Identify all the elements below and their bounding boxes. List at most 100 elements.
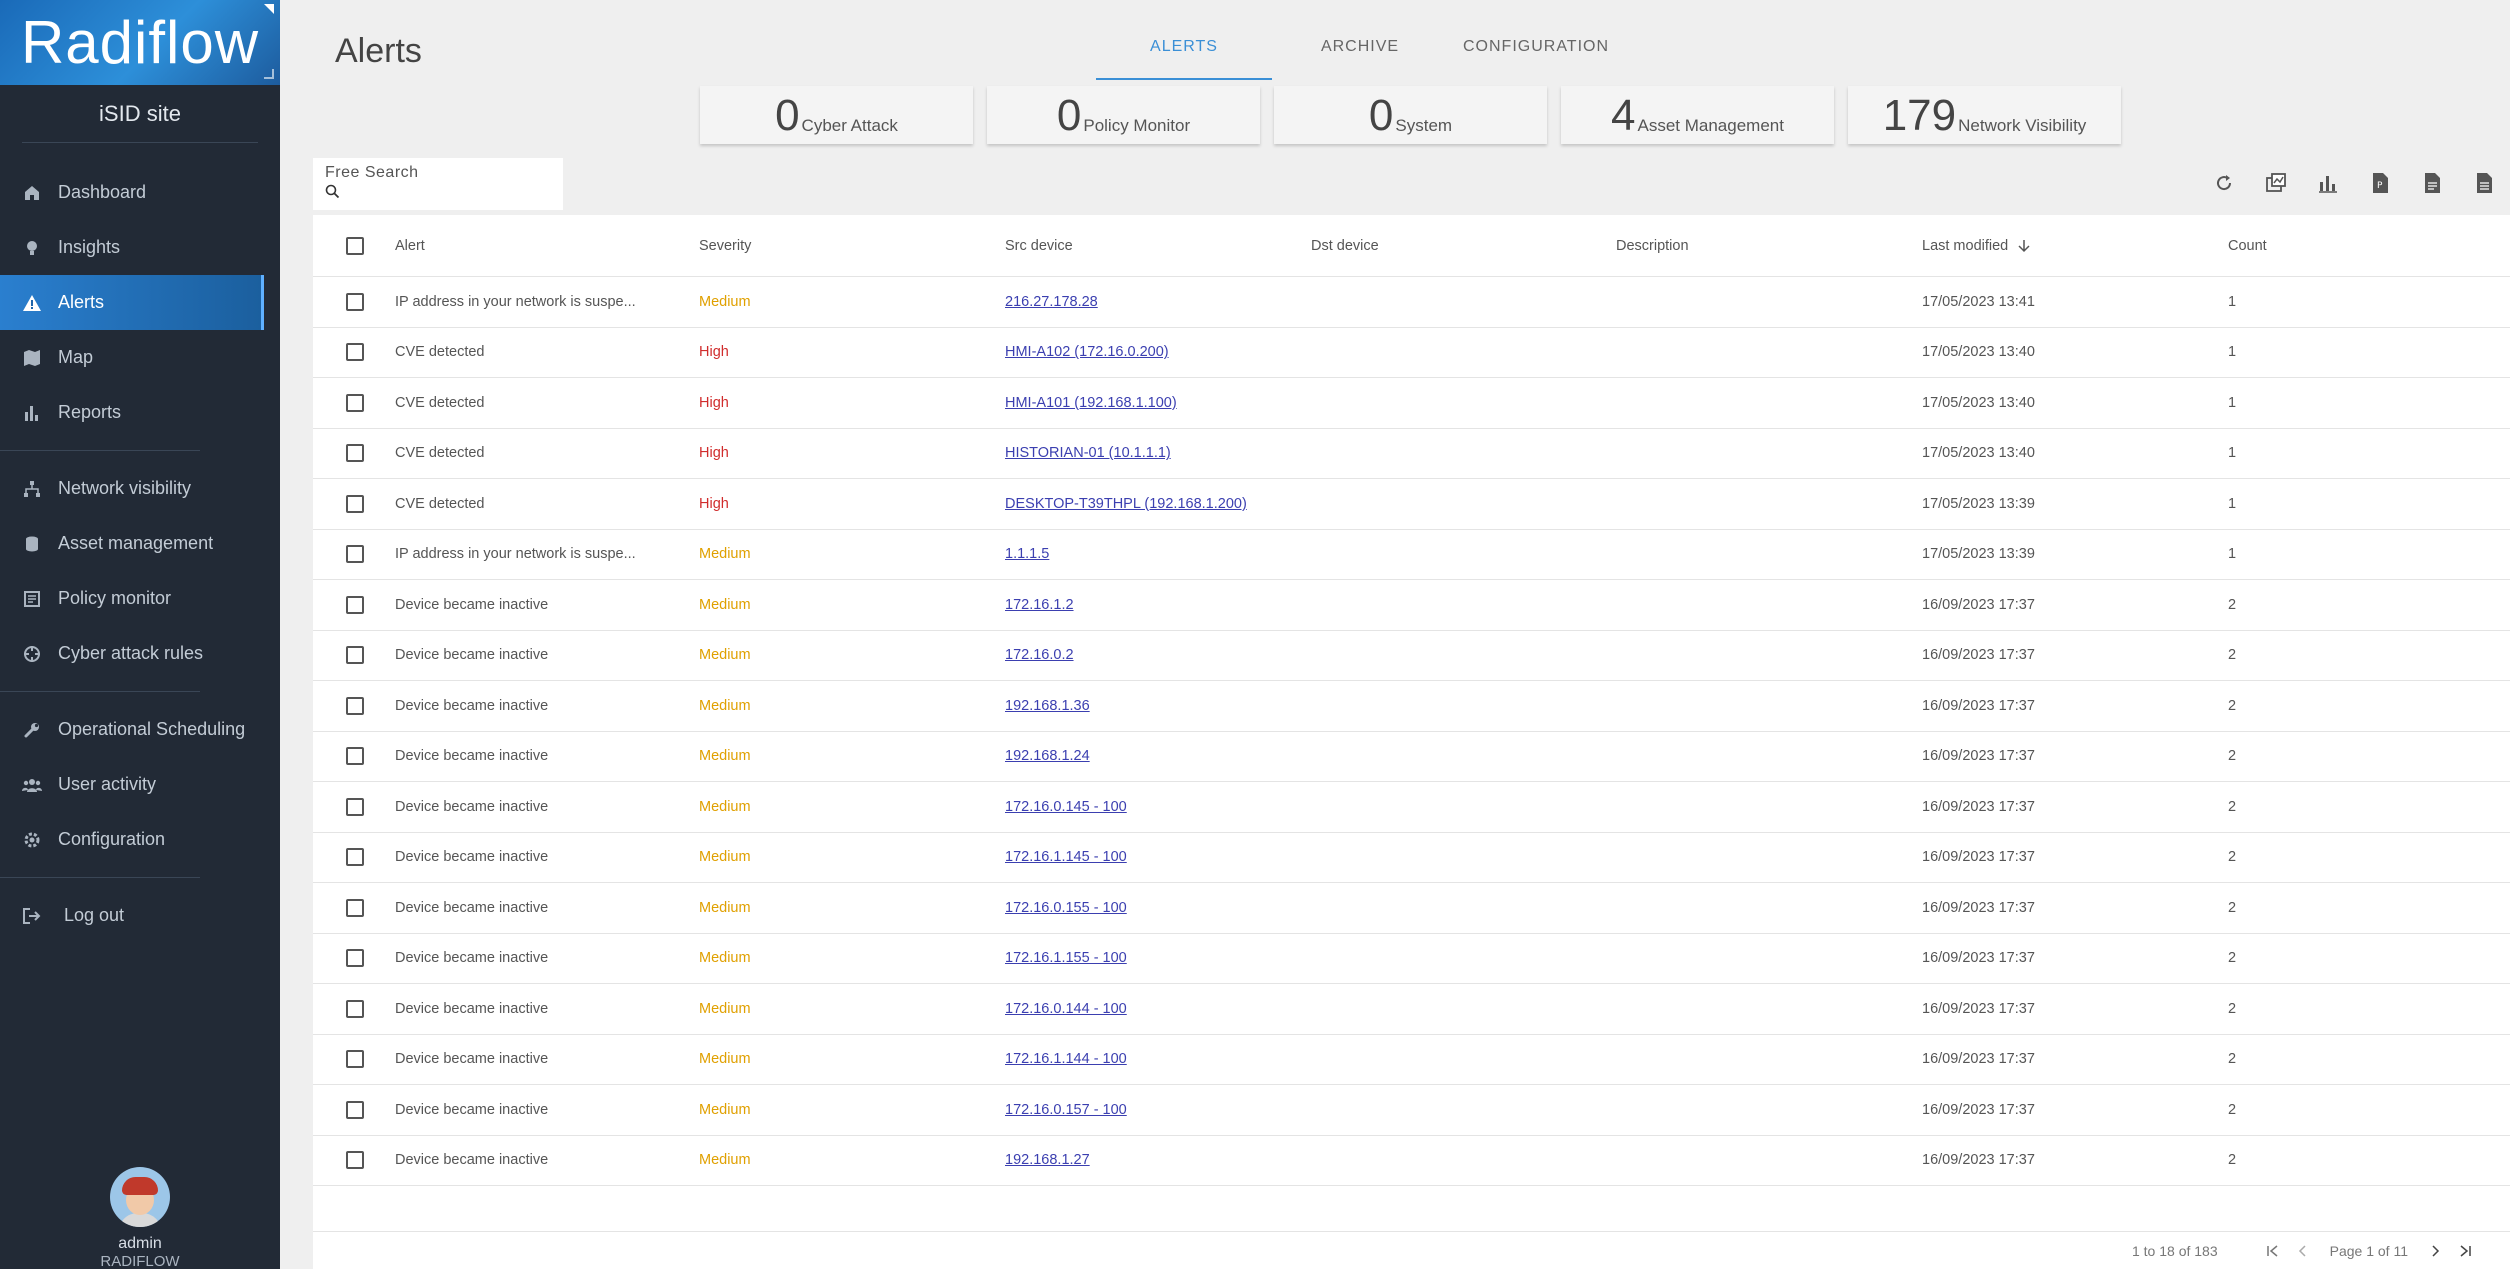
src-device-link[interactable]: 192.168.1.36 [1005, 698, 1090, 714]
csv-icon[interactable] [2406, 166, 2458, 200]
col-header-last-modified[interactable]: Last modified [1922, 238, 2228, 254]
row-checkbox[interactable] [346, 494, 364, 513]
file-icon[interactable] [2458, 166, 2510, 200]
src-device-link[interactable]: 172.16.1.144 - 100 [1005, 1051, 1127, 1067]
src-device-link[interactable]: 172.16.0.145 - 100 [1005, 799, 1127, 815]
table-row[interactable]: Device became inactive Medium 172.16.0.144… [313, 984, 2510, 1035]
src-device-link[interactable]: 172.16.0.157 - 100 [1005, 1102, 1127, 1118]
sidebar-item-logout[interactable]: Log out [0, 888, 280, 943]
sidebar-item-map[interactable]: Map [0, 330, 280, 385]
row-checkbox[interactable] [346, 646, 364, 665]
select-all-checkbox[interactable] [346, 236, 364, 255]
src-device-link[interactable]: 192.168.1.24 [1005, 748, 1090, 764]
sidebar-item-user-activity[interactable]: User activity [0, 757, 280, 812]
row-checkbox[interactable] [346, 949, 364, 968]
src-device-link[interactable]: 172.16.0.155 - 100 [1005, 900, 1127, 916]
sidebar-item-configuration[interactable]: Configuration [0, 812, 280, 867]
sidebar-item-alerts[interactable]: Alerts [0, 275, 264, 330]
col-header-dst-device[interactable]: Dst device [1311, 238, 1616, 254]
row-checkbox[interactable] [346, 343, 364, 362]
sidebar-item-cyber-attack-rules[interactable]: Cyber attack rules [0, 626, 280, 681]
sidebar-item-dashboard[interactable]: Dashboard [0, 165, 280, 220]
row-checkbox[interactable] [346, 999, 364, 1018]
table-row[interactable]: Device became inactive Medium 172.16.1.145… [313, 833, 2510, 883]
sidebar-item-reports[interactable]: Reports [0, 385, 280, 440]
row-checkbox[interactable] [346, 898, 364, 917]
stat-network-visibility[interactable]: 179 Network Visibility [1848, 86, 2121, 144]
stat-cyber-attack[interactable]: 0 Cyber Attack [700, 86, 973, 144]
row-checkbox[interactable] [346, 595, 364, 614]
sidebar-item-operational-scheduling[interactable]: Operational Scheduling [0, 702, 280, 757]
row-checkbox[interactable] [346, 1151, 364, 1170]
src-device-link[interactable]: HISTORIAN-01 (10.1.1.1) [1005, 445, 1171, 461]
src-device-link[interactable]: HMI-A102 (172.16.0.200) [1005, 344, 1169, 360]
refresh-icon[interactable] [2198, 166, 2250, 200]
sidebar-item-network-visibility[interactable]: Network visibility [0, 461, 280, 516]
row-checkbox[interactable] [346, 1100, 364, 1119]
src-device-link[interactable]: 172.16.1.145 - 100 [1005, 849, 1127, 865]
row-checkbox[interactable] [346, 545, 364, 564]
collapse-corner-icon[interactable] [264, 4, 274, 14]
sidebar-item-policy-monitor[interactable]: Policy monitor [0, 571, 280, 626]
table-row[interactable]: Device became inactive Medium 172.16.0.157… [313, 1085, 2510, 1136]
bar-chart-icon[interactable] [2302, 166, 2354, 200]
table-row[interactable]: Device became inactive Medium 172.16.1.144… [313, 1035, 2510, 1085]
table-row[interactable]: IP address in your network is suspe... Me… [313, 530, 2510, 580]
tab-archive[interactable]: ARCHIVE [1272, 38, 1448, 80]
sidebar-item-insights[interactable]: Insights [0, 220, 280, 275]
stat-system[interactable]: 0 System [1274, 86, 1547, 144]
src-device-link[interactable]: DESKTOP-T39THPL (192.168.1.200) [1005, 496, 1247, 512]
table-row[interactable]: Device became inactive Medium 172.16.0.2 16… [313, 631, 2510, 681]
table-row[interactable]: Device became inactive Medium 192.168.1.27… [313, 1136, 2510, 1186]
table-row[interactable]: Device became inactive Medium 172.16.0.155… [313, 883, 2510, 934]
user-block[interactable]: admin RADIFLOW [0, 1167, 280, 1269]
src-device-link[interactable]: HMI-A101 (192.168.1.100) [1005, 395, 1177, 411]
table-row[interactable]: Device became inactive Medium 172.16.1.155… [313, 934, 2510, 984]
src-device-link[interactable]: 192.168.1.27 [1005, 1152, 1090, 1168]
last-page-icon[interactable] [2450, 1244, 2480, 1257]
avatar[interactable] [110, 1167, 170, 1227]
sidebar-item-asset-management[interactable]: Asset management [0, 516, 280, 571]
table-row[interactable]: CVE detected High HMI-A101 (192.168.1.100)… [313, 378, 2510, 429]
export-map-icon[interactable] [2250, 166, 2302, 200]
tab-configuration[interactable]: CONFIGURATION [1448, 38, 1624, 80]
prev-page-icon[interactable] [2288, 1244, 2318, 1257]
col-header-severity[interactable]: Severity [699, 238, 1005, 254]
table-row[interactable]: CVE detected High HISTORIAN-01 (10.1.1.1) 1… [313, 429, 2510, 479]
table-row[interactable]: Device became inactive Medium 192.168.1.24… [313, 732, 2510, 782]
stat-policy-monitor[interactable]: 0 Policy Monitor [987, 86, 1260, 144]
row-checkbox[interactable] [346, 848, 364, 867]
col-header-count[interactable]: Count [2228, 238, 2428, 254]
row-checkbox[interactable] [346, 1050, 364, 1069]
row-checkbox[interactable] [346, 797, 364, 816]
table-row[interactable]: Device became inactive Medium 172.16.0.145… [313, 782, 2510, 833]
table-row[interactable]: Device became inactive Medium 172.16.1.2 16… [313, 580, 2510, 631]
table-row[interactable]: IP address in your network is suspe... Me… [313, 277, 2510, 328]
first-page-icon[interactable] [2258, 1244, 2288, 1257]
row-checkbox[interactable] [346, 696, 364, 715]
stat-asset-management[interactable]: 4 Asset Management [1561, 86, 1834, 144]
tab-alerts[interactable]: ALERTS [1096, 38, 1272, 80]
src-device-link[interactable]: 1.1.1.5 [1005, 546, 1049, 562]
radiflow-logo[interactable]: Radiflow [0, 0, 280, 85]
col-header-description[interactable]: Description [1616, 238, 1922, 254]
sort-desc-icon[interactable] [2018, 239, 2030, 253]
cell-alert: Device became inactive [395, 950, 549, 967]
col-header-alert[interactable]: Alert [393, 238, 699, 254]
src-device-link[interactable]: 216.27.178.28 [1005, 294, 1098, 310]
src-device-link[interactable]: 172.16.0.2 [1005, 647, 1074, 663]
table-row[interactable]: CVE detected High DESKTOP-T39THPL (192.168… [313, 479, 2510, 530]
row-checkbox[interactable] [346, 747, 364, 766]
src-device-link[interactable]: 172.16.1.155 - 100 [1005, 950, 1127, 966]
table-row[interactable]: Device became inactive Medium 192.168.1.36… [313, 681, 2510, 732]
row-checkbox[interactable] [346, 393, 364, 412]
table-row[interactable]: CVE detected High HMI-A102 (172.16.0.200) 1… [313, 328, 2510, 378]
row-checkbox[interactable] [346, 444, 364, 463]
row-checkbox[interactable] [346, 292, 364, 311]
src-device-link[interactable]: 172.16.0.144 - 100 [1005, 1001, 1127, 1017]
next-page-icon[interactable] [2420, 1244, 2450, 1257]
col-header-src-device[interactable]: Src device [1005, 238, 1311, 254]
src-device-link[interactable]: 172.16.1.2 [1005, 597, 1074, 613]
search-input[interactable] [346, 185, 546, 203]
pdf-icon[interactable]: P [2354, 166, 2406, 200]
